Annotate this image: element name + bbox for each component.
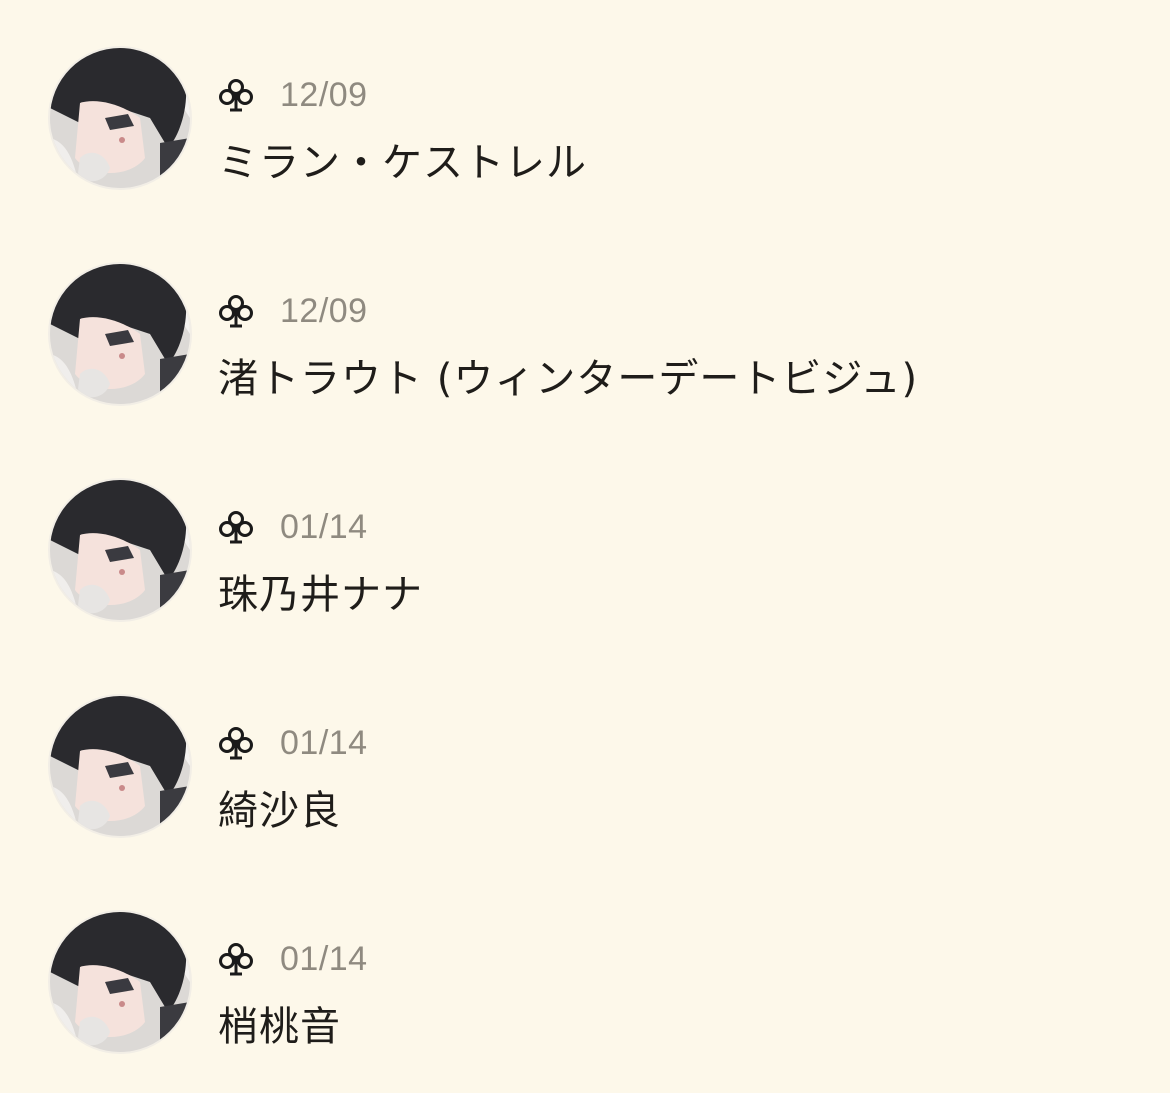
club-icon: [218, 941, 254, 977]
avatar-image: [50, 696, 190, 836]
avatar[interactable]: [50, 696, 190, 836]
avatar[interactable]: [50, 48, 190, 188]
list-item[interactable]: 01/14 梢桃音: [0, 864, 1170, 1080]
entry-meta: 12/09: [218, 288, 368, 334]
entry-name: 珠乃井ナナ: [218, 572, 423, 618]
entry-meta: 01/14: [218, 936, 368, 982]
entry-date: 12/09: [280, 75, 368, 114]
list-item[interactable]: 01/14 珠乃井ナナ: [0, 432, 1170, 648]
avatar[interactable]: [50, 480, 190, 620]
avatar-image: [50, 264, 190, 404]
avatar-image: [50, 48, 190, 188]
entry-date: 01/14: [280, 723, 368, 762]
list-item[interactable]: 12/09 渚トラウト (ウィンターデートビジュ): [0, 216, 1170, 432]
entry-meta: 01/14: [218, 504, 368, 550]
entry-name: 綺沙良: [218, 788, 341, 834]
club-icon: [218, 725, 254, 761]
avatar[interactable]: [50, 264, 190, 404]
entry-date: 12/09: [280, 291, 368, 330]
club-icon: [218, 509, 254, 545]
list-item[interactable]: 12/09 ミラン・ケストレル: [0, 0, 1170, 216]
list-item[interactable]: 01/14 綺沙良: [0, 648, 1170, 864]
entry-name: ミラン・ケストレル: [218, 140, 587, 186]
club-icon: [218, 293, 254, 329]
entry-meta: 01/14: [218, 720, 368, 766]
avatar[interactable]: [50, 912, 190, 1052]
entry-date: 01/14: [280, 939, 368, 978]
club-icon: [218, 77, 254, 113]
entry-name: 梢桃音: [218, 1004, 341, 1050]
entry-meta: 12/09: [218, 72, 368, 118]
avatar-image: [50, 480, 190, 620]
entry-date: 01/14: [280, 507, 368, 546]
entry-name: 渚トラウト (ウィンターデートビジュ): [218, 356, 919, 402]
avatar-image: [50, 912, 190, 1052]
